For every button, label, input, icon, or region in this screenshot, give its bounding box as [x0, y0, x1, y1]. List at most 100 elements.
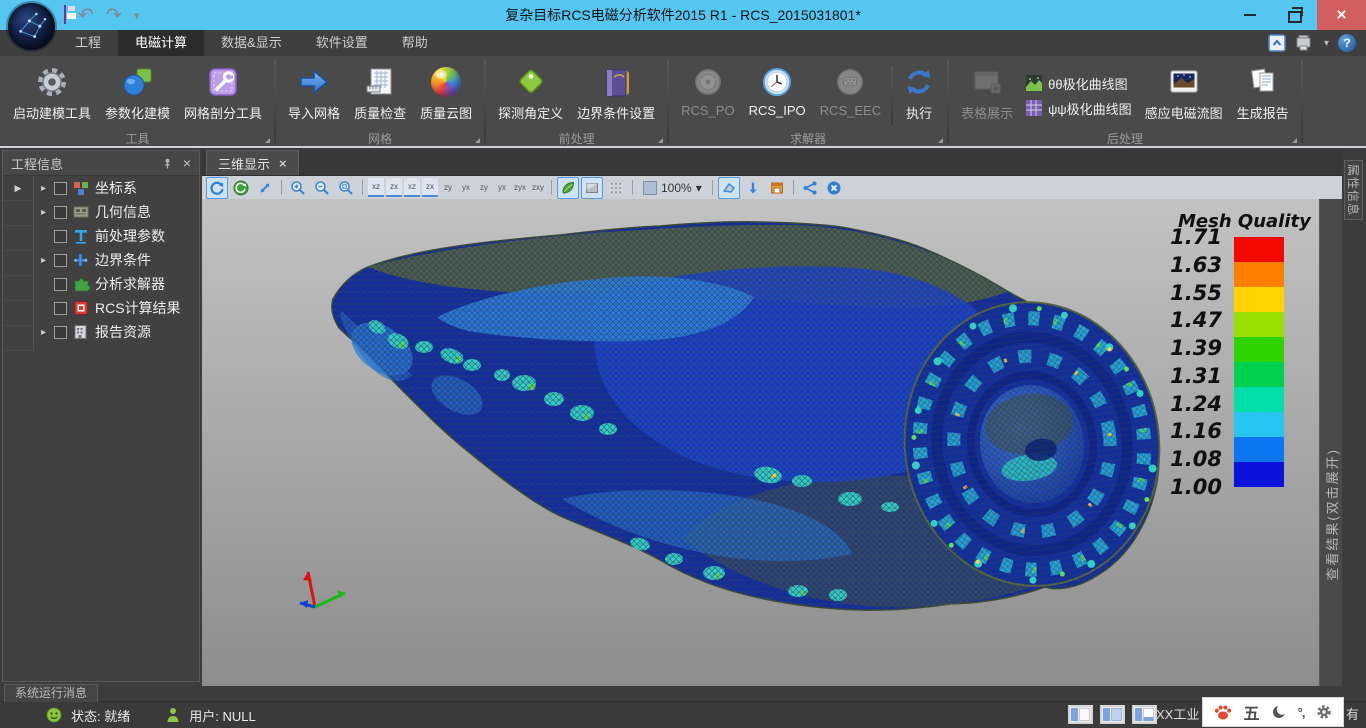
group-expand-icon[interactable] — [658, 138, 663, 143]
table-display-button[interactable]: 表格展示 — [954, 60, 1020, 131]
undo-button[interactable]: ↶ — [78, 6, 94, 25]
import-mesh-button[interactable]: 导入网格 — [281, 60, 347, 131]
generate-report-button[interactable]: 生成报告 — [1230, 60, 1296, 131]
group-expand-icon[interactable] — [938, 138, 943, 143]
parametric-modeling-button[interactable]: 参数化建模 — [98, 60, 177, 131]
tree-item-preprocess-params[interactable]: 前处理参数 — [34, 224, 199, 248]
clear-view-icon[interactable] — [823, 177, 845, 199]
view-orientation-6[interactable]: yx — [458, 179, 474, 196]
boundary-condition-settings-button[interactable]: 边界条件设置 — [570, 60, 662, 131]
view-results-collapsed-panel[interactable]: 查看结果(双击展开) — [1319, 199, 1342, 686]
tree-item-coordinate-system[interactable]: ▸ 坐标系 — [34, 176, 199, 200]
psi-polarization-curve-button[interactable]: ψψ极化曲线图 — [1026, 99, 1132, 118]
checkbox[interactable] — [54, 206, 67, 219]
table-window-icon — [971, 63, 1003, 101]
shaded-mode-leaf-icon[interactable] — [557, 177, 579, 199]
orbit-refresh-icon[interactable] — [230, 177, 252, 199]
group-expand-icon[interactable] — [1292, 138, 1297, 143]
quality-check-button[interactable]: 质量检查 — [347, 60, 413, 131]
quick-access-dropdown-icon[interactable]: ▾ — [134, 9, 140, 22]
pin-icon[interactable] — [162, 158, 173, 169]
mesh-partition-tool-button[interactable]: 网格剖分工具 — [177, 60, 269, 131]
theta-polarization-curve-button[interactable]: θθ极化曲线图 — [1026, 74, 1132, 93]
property-info-tab[interactable]: 属性信息 — [1344, 160, 1363, 220]
close-button[interactable]: × — [1317, 0, 1366, 30]
redo-button[interactable]: ↷ — [106, 6, 122, 25]
view-orientation-10[interactable]: zxy — [530, 179, 546, 196]
menu-tab-software-settings[interactable]: 软件设置 — [299, 30, 385, 56]
group-expand-icon[interactable] — [265, 138, 270, 143]
ime-settings-gear-icon[interactable] — [1315, 703, 1333, 721]
rcs-po-button[interactable]: RCS_PO — [674, 60, 741, 131]
minimize-button[interactable] — [1227, 0, 1272, 30]
device-dropdown-icon[interactable]: ▾ — [1324, 38, 1329, 49]
expander-icon[interactable]: ▸ — [38, 255, 49, 266]
tree-item-rcs-results[interactable]: RCS计算结果 — [34, 296, 199, 320]
induced-em-current-map-button[interactable]: 感应电磁流图 — [1138, 60, 1230, 131]
layout-split-panel-icon[interactable] — [1100, 705, 1125, 724]
view-orientation-7[interactable]: zy — [476, 179, 492, 196]
menu-tab-em-compute[interactable]: 电磁计算 — [118, 30, 204, 56]
rotate-view-icon[interactable] — [206, 177, 228, 199]
zoom-fit-icon[interactable] — [335, 177, 357, 199]
launch-modeling-tool-button[interactable]: 启动建模工具 — [6, 60, 98, 131]
tree-item-geometry-info[interactable]: ▸ 几何信息 — [34, 200, 199, 224]
clip-plane-icon[interactable] — [718, 177, 740, 199]
expander-icon[interactable]: ▸ — [38, 327, 49, 338]
menu-tab-help[interactable]: 帮助 — [385, 30, 445, 56]
view-orientation-9[interactable]: zyx — [512, 179, 528, 196]
layout-left-panel-icon[interactable] — [1068, 705, 1093, 724]
display-device-icon[interactable] — [1295, 34, 1315, 52]
share-icon[interactable] — [799, 177, 821, 199]
zoom-out-icon[interactable] — [311, 177, 333, 199]
rcs-ipo-button[interactable]: RCS_IPO — [742, 60, 813, 131]
checkbox[interactable] — [54, 254, 67, 267]
panel-close-icon[interactable]: × — [183, 156, 191, 170]
tab-close-icon[interactable]: × — [279, 156, 287, 171]
quality-cloud-map-button[interactable]: 质量云图 — [413, 60, 479, 131]
zoom-in-icon[interactable] — [287, 177, 309, 199]
group-expand-icon[interactable] — [475, 138, 480, 143]
ime-paw-icon[interactable] — [1213, 702, 1233, 722]
view-orientation-2[interactable]: zx — [386, 178, 402, 197]
capture-window-icon[interactable] — [766, 177, 788, 199]
tree-item-report-resources[interactable]: ▸ 报告资源 — [34, 320, 199, 344]
execute-button[interactable]: 执行 — [896, 60, 942, 131]
layout-bottom-panel-icon[interactable] — [1132, 705, 1157, 724]
checkbox[interactable] — [54, 326, 67, 339]
menu-tab-data-display[interactable]: 数据&显示 — [204, 30, 299, 56]
zoom-dropdown-icon[interactable]: ▾ — [696, 181, 702, 195]
checkbox[interactable] — [54, 182, 67, 195]
wireframe-grid-icon[interactable] — [605, 177, 627, 199]
ime-mode-label[interactable]: 五 — [1244, 700, 1260, 724]
tree-item-boundary-conditions[interactable]: ▸ 边界条件 — [34, 248, 199, 272]
help-icon[interactable]: ? — [1338, 34, 1356, 52]
view-orientation-4[interactable]: zx — [422, 178, 438, 197]
rcs-eec-button[interactable]: RCS_EEC — [813, 60, 888, 131]
zoom-preset-select[interactable]: 100% ▾ — [638, 181, 707, 195]
tree-item-solver[interactable]: 分析求解器 — [34, 272, 199, 296]
expander-icon[interactable]: ▸ — [38, 207, 49, 218]
view-orientation-1[interactable]: xz — [368, 178, 384, 197]
checkbox[interactable] — [54, 230, 67, 243]
ime-toolbar[interactable]: 五 °, — [1202, 697, 1344, 727]
view-orientation-5[interactable]: zy — [440, 179, 456, 196]
flat-shading-icon[interactable] — [581, 177, 603, 199]
checkbox[interactable] — [54, 302, 67, 315]
view-orientation-3[interactable]: xz — [404, 178, 420, 197]
system-messages-tab[interactable]: 系统运行消息 — [4, 684, 98, 702]
tab-3d-display[interactable]: 三维显示 × — [206, 150, 299, 175]
arrow-down-icon[interactable] — [742, 177, 764, 199]
view-orientation-8[interactable]: yx — [494, 179, 510, 196]
restore-button[interactable] — [1272, 0, 1317, 30]
checkbox[interactable] — [54, 278, 67, 291]
viewport-3d[interactable]: Mesh Quality 1.71 1.63 1.55 1.47 1.39 1.… — [202, 199, 1342, 686]
ime-punctuation-label[interactable]: °, — [1298, 705, 1305, 720]
collapse-ribbon-icon[interactable] — [1268, 34, 1286, 52]
expander-icon[interactable]: ▸ — [38, 183, 49, 194]
pan-icon[interactable] — [254, 177, 276, 199]
menu-tab-project[interactable]: 工程 — [58, 30, 118, 56]
save-button[interactable] — [64, 6, 66, 24]
probe-angle-define-button[interactable]: 探测角定义 — [491, 60, 570, 131]
ime-moon-icon[interactable] — [1271, 704, 1287, 720]
